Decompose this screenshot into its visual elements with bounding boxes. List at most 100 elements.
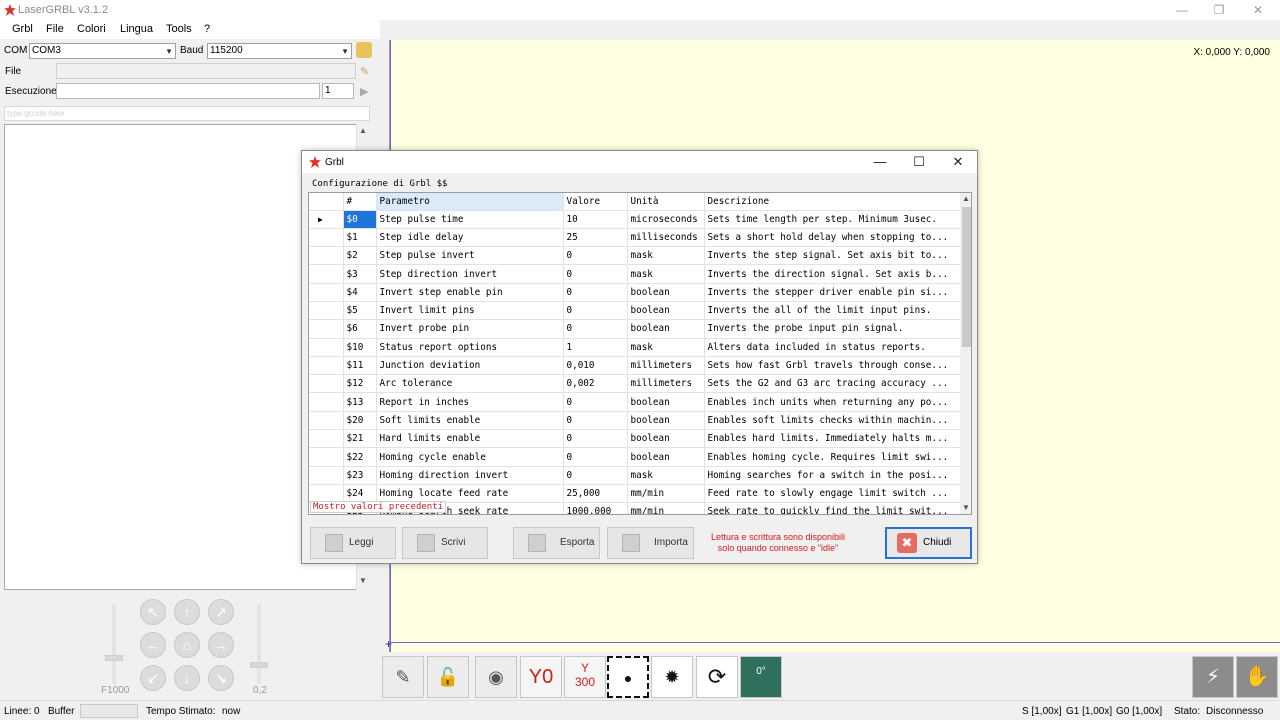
grid-scroll-thumb[interactable] [962, 207, 971, 347]
column-header-number[interactable]: # [343, 193, 377, 211]
chevron-up-icon[interactable]: ▲ [962, 194, 970, 203]
row-header[interactable] [309, 319, 344, 339]
param-value[interactable]: 0,002 [563, 374, 628, 394]
jog-down-left-icon[interactable]: ↙ [140, 665, 166, 691]
jog-up-left-icon[interactable]: ↖ [140, 599, 166, 625]
menu-lingua[interactable]: Lingua [120, 23, 153, 35]
row-header[interactable] [309, 283, 344, 302]
table-row[interactable]: $10 Status report options 1 mask Alters data… [309, 338, 961, 357]
dialog-minimize-button[interactable]: — [869, 154, 891, 169]
leggi-button[interactable]: Leggi [310, 527, 396, 559]
jog-down-icon[interactable]: ↓ [174, 665, 200, 691]
dialog-maximize-button[interactable]: ☐ [908, 154, 930, 170]
jog-left-icon[interactable]: ← [140, 632, 166, 658]
table-row[interactable]: $22 Homing cycle enable 0 boolean Enables ho… [309, 447, 961, 467]
importa-button[interactable]: Importa [607, 527, 694, 559]
restore-button[interactable]: ❐ [1210, 2, 1228, 18]
param-value[interactable]: 0 [563, 466, 628, 485]
menu-grbl[interactable]: Grbl [12, 23, 33, 35]
laser-pen-icon[interactable]: ✎ [382, 656, 424, 698]
baud-select[interactable]: 115200 ▼ [207, 43, 352, 59]
param-value[interactable]: 1000,000 [563, 502, 628, 514]
table-row[interactable]: $21 Hard limits enable 0 boolean Enables har… [309, 429, 961, 449]
esporta-button[interactable]: Esporta [513, 527, 600, 559]
param-value[interactable]: 1 [563, 338, 628, 357]
row-header[interactable] [309, 447, 344, 467]
param-value[interactable]: 0 [563, 411, 628, 431]
row-header[interactable] [309, 356, 344, 376]
param-value[interactable]: 0,010 [563, 356, 628, 376]
jog-home-icon[interactable]: ⌂ [174, 632, 200, 658]
chevron-down-icon[interactable]: ▼ [359, 576, 367, 585]
open-file-icon[interactable]: ✎ [360, 65, 372, 78]
row-header[interactable]: ▶ [309, 210, 344, 229]
table-row[interactable]: $13 Report in inches 0 boolean Enables inch … [309, 392, 961, 412]
close-button[interactable]: ✕ [1249, 2, 1267, 18]
table-row[interactable]: $11 Junction deviation 0,010 millimeters Set… [309, 356, 961, 376]
menu-file[interactable]: File [46, 23, 64, 35]
globe-icon[interactable]: ◉ [475, 656, 517, 698]
speed-slider-thumb[interactable] [105, 655, 123, 661]
column-header-descrizione[interactable]: Descrizione [704, 193, 961, 211]
param-value[interactable]: 0 [563, 429, 628, 449]
row-header[interactable] [309, 392, 344, 412]
column-header-unita[interactable]: Unità [627, 193, 705, 211]
table-row[interactable]: ▶ $0 Step pulse time 10 microseconds Sets tim… [309, 210, 961, 229]
menu-help[interactable]: ? [204, 23, 210, 35]
column-header-valore[interactable]: Valore [563, 193, 628, 211]
center-point-icon[interactable]: ● [607, 656, 649, 698]
row-header[interactable] [309, 228, 344, 248]
jog-up-icon[interactable]: ↑ [174, 599, 200, 625]
rotate-grid-button[interactable]: 0° [740, 656, 782, 698]
row-header[interactable] [309, 466, 344, 485]
param-value[interactable]: 0 [563, 392, 628, 412]
row-header[interactable] [309, 411, 344, 431]
step-slider-thumb[interactable] [250, 662, 268, 668]
step-slider-track[interactable] [257, 604, 261, 684]
table-row[interactable]: $3 Step direction invert 0 mask Inverts the … [309, 264, 961, 284]
chevron-down-icon[interactable]: ▼ [962, 503, 970, 512]
table-row[interactable]: $23 Homing direction invert 0 mask Homing se… [309, 466, 961, 485]
chevron-up-icon[interactable]: ▲ [359, 126, 367, 135]
table-row[interactable]: $24 Homing locate feed rate 25,000 mm/min Fe… [309, 484, 961, 504]
param-value[interactable]: 0 [563, 301, 628, 321]
jog-up-right-icon[interactable]: ↗ [208, 599, 234, 625]
stop-hand-icon[interactable]: ✋ [1236, 656, 1278, 698]
reset-icon[interactable]: ⟳ [696, 656, 738, 698]
param-value[interactable]: 25,000 [563, 484, 628, 504]
minimize-button[interactable]: — [1173, 2, 1191, 18]
param-value[interactable]: 0 [563, 246, 628, 266]
table-row[interactable]: $12 Arc tolerance 0,002 millimeters Sets the… [309, 374, 961, 394]
file-input[interactable] [56, 63, 356, 79]
walk-icon[interactable]: ⚡ [1192, 656, 1234, 698]
jog-down-right-icon[interactable]: ↘ [208, 665, 234, 691]
scrivi-button[interactable]: Scrivi [402, 527, 488, 559]
param-value[interactable]: 25 [563, 228, 628, 248]
laser-spot-icon[interactable]: ✹ [651, 656, 693, 698]
set-y300-button[interactable]: Y 300 [564, 656, 606, 698]
table-row[interactable]: $2 Step pulse invert 0 mask Inverts the step… [309, 246, 961, 266]
com-select[interactable]: COM3 ▼ [29, 43, 176, 59]
param-value[interactable]: 0 [563, 319, 628, 339]
row-header[interactable] [309, 246, 344, 266]
show-previous-values-label[interactable]: Mostro valori precedenti [310, 501, 447, 513]
row-header[interactable] [309, 338, 344, 357]
gcode-input[interactable]: type gcode here [4, 106, 370, 121]
g0-override[interactable]: G0 [1,00x] [1116, 706, 1162, 717]
row-header[interactable] [309, 484, 344, 504]
grid-scrollbar[interactable]: ▲ ▼ [960, 193, 971, 514]
dialog-close-button[interactable]: ✕ [947, 154, 969, 170]
jog-right-icon[interactable]: → [208, 632, 234, 658]
speed-slider-track[interactable] [112, 604, 116, 684]
table-row[interactable]: $5 Invert limit pins 0 boolean Inverts the a… [309, 301, 961, 321]
unlock-icon[interactable]: 🔓 [427, 656, 469, 698]
row-header[interactable] [309, 301, 344, 321]
table-row[interactable]: $1 Step idle delay 25 milliseconds Sets a sh… [309, 228, 961, 248]
row-header[interactable] [309, 264, 344, 284]
repeat-stepper[interactable]: 1 [322, 83, 354, 99]
row-header[interactable] [309, 374, 344, 394]
s-override[interactable]: S [1,00x] [1022, 706, 1061, 717]
param-value[interactable]: 0 [563, 264, 628, 284]
menu-colori[interactable]: Colori [77, 23, 106, 35]
config-grid[interactable]: # Parametro Valore Unità Descrizione ▶ $0… [308, 192, 972, 515]
